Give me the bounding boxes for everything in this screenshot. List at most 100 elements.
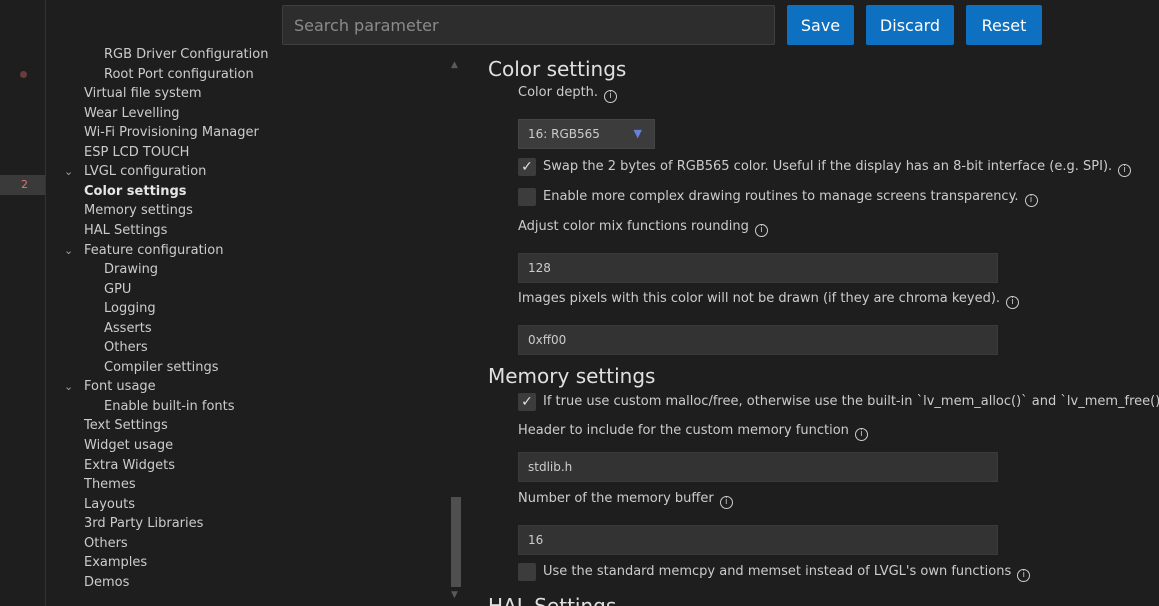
tree-item-label: Drawing (104, 262, 159, 278)
toolbar: Save Discard Reset (0, 0, 1159, 50)
tree-item-label: Others (84, 535, 128, 551)
chroma-key-label: Images pixels with this color will not b… (518, 291, 1020, 309)
tree-item[interactable]: Color settings (84, 182, 187, 201)
custom-malloc-label: If true use custom malloc/free, otherwis… (543, 394, 1159, 409)
chevron-down-icon[interactable]: ⌄ (64, 162, 84, 181)
info-icon[interactable]: i (1118, 164, 1132, 177)
chroma-key-input[interactable]: 0xff00 (518, 325, 998, 355)
reset-button[interactable]: Reset (966, 5, 1042, 45)
tree-item-label: Examples (84, 555, 148, 571)
tree-item-label: Themes (84, 477, 136, 493)
complex-drawing-checkbox[interactable] (518, 188, 536, 206)
tree-item-label: ESP LCD TOUCH (84, 144, 190, 160)
search-input[interactable] (282, 5, 775, 45)
chevron-down-icon: ▼ (633, 127, 642, 140)
tree-item-label: Others (104, 340, 148, 356)
tree-item[interactable]: ⌄ LVGL configuration (64, 162, 206, 181)
tree-item[interactable]: Compiler settings (104, 358, 219, 377)
tree-item[interactable]: Others (84, 534, 128, 553)
tree-item[interactable]: HAL Settings (84, 221, 167, 240)
tree-item-label: Memory settings (84, 203, 193, 219)
chevron-down-icon[interactable]: ⌄ (64, 241, 84, 260)
std-memcpy-label: Use the standard memcpy and memset inste… (543, 563, 1031, 582)
tree-item-label: Enable built-in fonts (104, 398, 235, 414)
tree-item-label: Demos (84, 574, 130, 590)
std-memcpy-checkbox[interactable] (518, 563, 536, 581)
section-title-color-settings: Color settings (488, 57, 627, 81)
tree-item[interactable]: Virtual file system (84, 84, 202, 103)
tree-item[interactable]: Wi-Fi Provisioning Manager (84, 123, 259, 142)
tree-item[interactable]: Layouts (84, 495, 135, 514)
scroll-down-arrow-icon[interactable]: ▼ (451, 590, 458, 600)
settings-content: Color settings Color depth. i 16: RGB565 … (470, 50, 1159, 606)
tree-item-label: Text Settings (84, 418, 168, 434)
tree-item-label: Asserts (104, 320, 152, 336)
tree-item[interactable]: Enable built-in fonts (104, 397, 235, 416)
tree-item-label: Root Port configuration (104, 66, 254, 82)
tree-item[interactable]: Root Port configuration (104, 65, 254, 84)
memory-header-label: Header to include for the custom memory … (518, 423, 868, 441)
tree-item[interactable]: GPU (104, 280, 131, 299)
tree-item[interactable]: Wear Levelling (84, 104, 180, 123)
chevron-down-icon[interactable]: ⌄ (64, 377, 84, 396)
color-mix-label: Adjust color mix functions rounding i (518, 219, 768, 237)
info-icon[interactable]: i (604, 90, 618, 103)
info-icon[interactable]: i (754, 224, 768, 237)
custom-malloc-checkbox[interactable]: ✓ (518, 393, 536, 411)
line-number: 2 (0, 175, 45, 195)
tree-item[interactable]: Examples (84, 553, 147, 572)
tree-item-label: 3rd Party Libraries (84, 516, 204, 532)
tree-item[interactable]: Asserts (104, 319, 152, 338)
tree-item[interactable]: Extra Widgets (84, 456, 175, 475)
tree-item[interactable]: 3rd Party Libraries (84, 514, 203, 533)
section-title-hal-settings: HAL Settings (488, 594, 617, 606)
info-icon[interactable]: i (1024, 194, 1038, 207)
tree-item-label: LVGL configuration (84, 164, 207, 180)
swap-bytes-checkbox[interactable]: ✓ (518, 158, 536, 176)
info-icon[interactable]: i (1006, 296, 1020, 309)
info-icon[interactable]: i (719, 496, 733, 509)
scroll-up-arrow-icon[interactable]: ▲ (451, 60, 458, 70)
tree-item[interactable]: Others (104, 338, 148, 357)
tree-item-label: HAL Settings (84, 222, 168, 238)
memory-buffer-label: Number of the memory buffer i (518, 491, 733, 509)
tree-item-label: GPU (104, 281, 132, 297)
info-icon[interactable]: i (1017, 569, 1031, 582)
tree-item-label: Feature configuration (84, 242, 224, 258)
memory-buffer-input[interactable]: 16 (518, 525, 998, 555)
settings-tree: RGB Driver Configuration Root Port config… (46, 48, 466, 606)
breakpoint-dot-icon (20, 71, 27, 78)
tree-item[interactable]: ⌄ Font usage (64, 377, 156, 396)
tree-item-label: Widget usage (84, 438, 174, 453)
color-mix-input[interactable]: 128 (518, 253, 998, 283)
complex-drawing-label: Enable more complex drawing routines to … (543, 188, 1038, 207)
tree-item[interactable]: Drawing (104, 260, 158, 279)
discard-button[interactable]: Discard (866, 5, 954, 45)
tree-item[interactable]: Text Settings (84, 416, 168, 435)
tree-item[interactable]: RGB Driver Configuration (104, 48, 268, 64)
tree-item[interactable]: Themes (84, 475, 136, 494)
tree-item-label: Extra Widgets (84, 457, 175, 473)
color-depth-select[interactable]: 16: RGB565 ▼ (518, 119, 655, 149)
tree-item-label: Virtual file system (84, 86, 202, 102)
tree-item[interactable]: ⌄ Feature configuration (64, 241, 224, 260)
tree-item[interactable]: Demos (84, 573, 129, 592)
tree-item[interactable]: Widget usage (84, 436, 173, 455)
tree-item-label: Wi-Fi Provisioning Manager (84, 125, 259, 141)
tree-scrollbar-thumb[interactable] (451, 497, 461, 587)
memory-header-input[interactable]: stdlib.h (518, 452, 998, 482)
save-button[interactable]: Save (787, 5, 854, 45)
tree-item-label: Font usage (84, 379, 156, 395)
info-icon[interactable]: i (854, 428, 868, 441)
tree-item-label: Layouts (84, 496, 135, 512)
tree-item[interactable]: ESP LCD TOUCH (84, 143, 189, 162)
activity-bar: 2 (0, 0, 46, 606)
tree-item-label: Wear Levelling (84, 105, 180, 121)
tree-item[interactable]: Logging (104, 299, 156, 318)
tree-item[interactable]: Memory settings (84, 201, 193, 220)
tree-item-label: Color settings (84, 183, 187, 199)
tree-item-label: Logging (104, 301, 156, 317)
section-title-memory-settings: Memory settings (488, 364, 656, 388)
tree-item-label: Compiler settings (104, 359, 219, 375)
swap-bytes-label: Swap the 2 bytes of RGB565 color. Useful… (543, 158, 1132, 177)
